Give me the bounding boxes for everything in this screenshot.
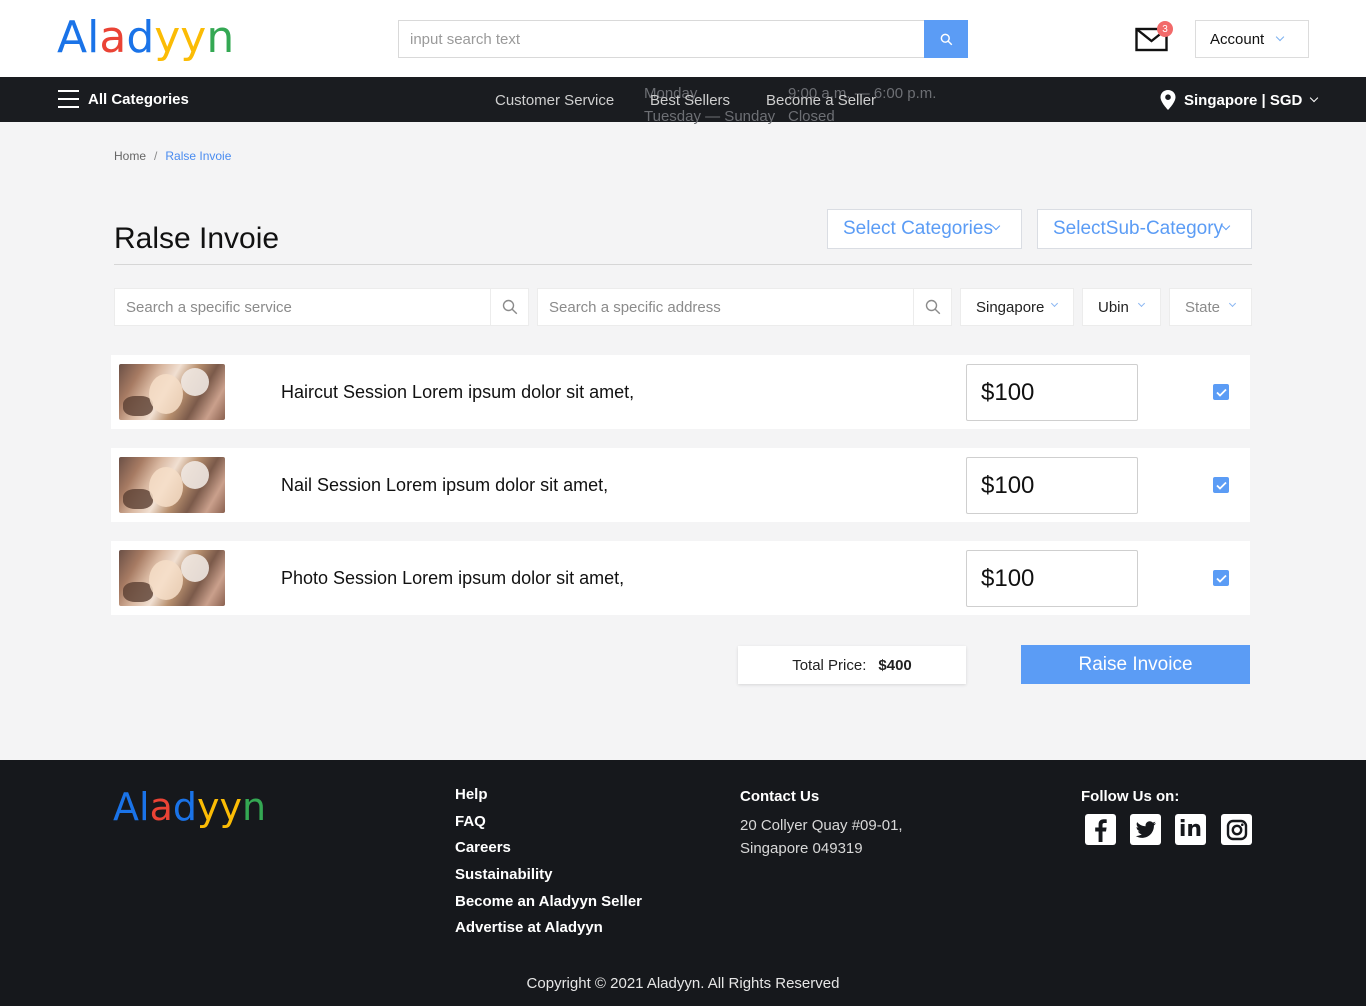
chevron-down-icon <box>1228 299 1237 308</box>
location-selector[interactable]: Singapore | SGD <box>1159 89 1319 111</box>
footer-link-become-seller[interactable]: Become an Aladyyn Seller <box>455 892 642 919</box>
checkmark-icon <box>1215 481 1227 490</box>
select-categories-dropdown[interactable]: Select Categories <box>827 209 1022 249</box>
chevron-down-icon <box>1275 32 1285 42</box>
chevron-down-icon <box>991 221 1001 231</box>
price-input[interactable]: $100 <box>966 550 1138 607</box>
location-label: Singapore | SGD <box>1184 91 1303 109</box>
category-nav-bar: All Categories Monday Tuesday — Sunday 9… <box>0 77 1366 125</box>
facebook-icon[interactable] <box>1085 814 1116 845</box>
title-divider <box>114 264 1252 265</box>
copyright-text: Copyright © 2021 Aladyyn. All Rights Res… <box>526 975 840 992</box>
search-button[interactable] <box>924 20 968 58</box>
area-select[interactable]: Ubin <box>1082 288 1161 326</box>
notification-badge: 3 <box>1157 21 1173 37</box>
twitter-icon[interactable] <box>1130 814 1161 845</box>
account-dropdown[interactable]: Account <box>1195 20 1309 58</box>
nav-become-seller[interactable]: Become a Seller <box>766 92 876 109</box>
service-row: Nail Session Lorem ipsum dolor sit amet,… <box>111 448 1250 522</box>
account-label: Account <box>1210 30 1265 48</box>
service-title: Nail Session Lorem ipsum dolor sit amet, <box>281 475 609 495</box>
follow-heading: Follow Us on: <box>1081 788 1180 805</box>
search-input[interactable] <box>399 21 919 57</box>
address-search-field[interactable]: Search a specific address <box>537 288 952 326</box>
service-title: Photo Session Lorem ipsum dolor sit amet… <box>281 568 625 588</box>
country-select-value: Singapore <box>976 298 1045 316</box>
area-select-value: Ubin <box>1098 298 1129 316</box>
total-price-label: Total Price: <box>792 656 867 674</box>
country-select[interactable]: Singapore <box>960 288 1074 326</box>
location-pin-icon <box>1160 90 1176 110</box>
chevron-down-icon <box>1137 299 1146 308</box>
total-price-box: Total Price: $400 <box>738 646 966 684</box>
all-categories-link[interactable]: All Categories <box>88 91 189 108</box>
service-search-field[interactable]: Search a specific service <box>114 288 529 326</box>
service-row: Haircut Session Lorem ipsum dolor sit am… <box>111 355 1250 429</box>
address-search-button[interactable] <box>913 289 951 325</box>
footer-link-sustainability[interactable]: Sustainability <box>455 865 642 892</box>
footer-link-help[interactable]: Help <box>455 785 642 812</box>
chevron-down-icon <box>1050 299 1059 308</box>
search-icon <box>940 33 952 45</box>
menu-icon[interactable] <box>58 90 79 108</box>
state-select-value: State <box>1185 298 1221 316</box>
breadcrumb-home[interactable]: Home <box>114 149 146 163</box>
nav-customer-service[interactable]: Customer Service <box>495 92 614 109</box>
footer-links: Help FAQ Careers Sustainability Become a… <box>455 785 642 945</box>
address-line-1: 20 Collyer Quay #09-01, <box>740 817 903 834</box>
footer-link-careers[interactable]: Careers <box>455 838 642 865</box>
footer-link-advertise[interactable]: Advertise at Aladyyn <box>455 918 642 945</box>
state-select[interactable]: State <box>1169 288 1252 326</box>
nav-best-sellers[interactable]: Best Sellers <box>650 92 730 109</box>
instagram-icon[interactable] <box>1221 814 1252 845</box>
service-thumbnail <box>119 457 225 513</box>
select-checkbox[interactable] <box>1213 384 1229 400</box>
chevron-down-icon <box>1310 93 1319 103</box>
address-line-2: Singapore 049319 <box>740 840 863 857</box>
contact-heading: Contact Us <box>740 788 820 805</box>
hours-time-2: Closed <box>788 108 835 125</box>
checkmark-icon <box>1215 388 1227 397</box>
top-header: Aladyyn 3 Account <box>0 0 1366 77</box>
service-thumbnail <box>119 364 225 420</box>
breadcrumb-separator: / <box>154 149 158 163</box>
total-price-value: $400 <box>878 656 912 674</box>
footer: Aladyyn Help FAQ Careers Sustainability … <box>0 760 1366 1006</box>
price-input[interactable]: $100 <box>966 364 1138 421</box>
select-subcategory-dropdown[interactable]: SelectSub-Category <box>1037 209 1252 249</box>
hours-days-2: Tuesday — Sunday <box>644 108 776 125</box>
service-thumbnail <box>119 550 225 606</box>
select-checkbox[interactable] <box>1213 570 1229 586</box>
service-search-placeholder: Search a specific service <box>126 299 292 316</box>
breadcrumb-current[interactable]: Ralse Invoie <box>165 149 231 163</box>
footer-link-faq[interactable]: FAQ <box>455 812 642 839</box>
contact-address: 20 Collyer Quay #09-01, Singapore 049319 <box>740 814 903 860</box>
select-categories-label: Select Categories <box>843 218 993 239</box>
address-search-placeholder: Search a specific address <box>549 299 721 316</box>
select-subcategory-label: SelectSub-Category <box>1053 218 1224 239</box>
linkedin-icon[interactable]: in <box>1175 814 1206 845</box>
search-icon <box>502 299 517 315</box>
checkmark-icon <box>1215 574 1227 583</box>
price-input[interactable]: $100 <box>966 457 1138 514</box>
footer-logo[interactable]: Aladyyn <box>113 784 266 830</box>
search-icon <box>925 299 940 315</box>
select-checkbox[interactable] <box>1213 477 1229 493</box>
page-title: Ralse Invoie <box>114 222 280 255</box>
service-search-button[interactable] <box>490 289 528 325</box>
service-title: Haircut Session Lorem ipsum dolor sit am… <box>281 382 635 402</box>
header-logo[interactable]: Aladyyn <box>57 12 234 64</box>
raise-invoice-button[interactable]: Raise Invoice <box>1021 645 1250 684</box>
header-search <box>398 20 968 58</box>
breadcrumb: Home / Ralse Invoie <box>114 149 231 163</box>
service-row: Photo Session Lorem ipsum dolor sit amet… <box>111 541 1250 615</box>
